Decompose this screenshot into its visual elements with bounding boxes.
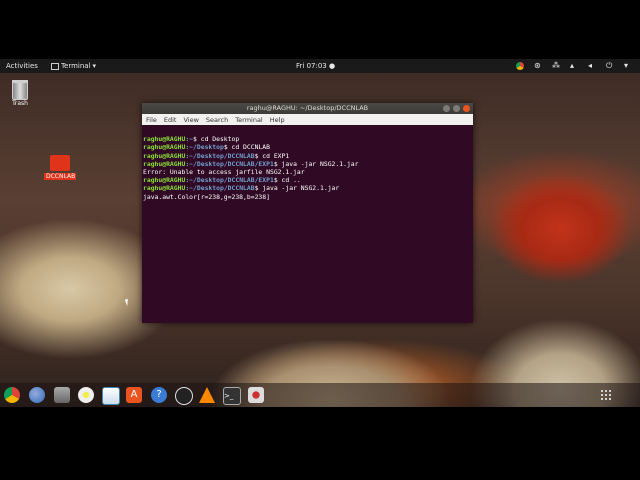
- folder-label: DCCNLAB: [44, 173, 76, 180]
- terminal-line: raghu@RAGHU:~/Desktop$ cd DCCNLAB: [143, 143, 270, 152]
- trash-label: Trash: [12, 100, 28, 107]
- terminal-line: raghu@RAGHU:~$ cd Desktop: [143, 135, 240, 144]
- trash-icon: [12, 80, 28, 100]
- menu-view[interactable]: View: [183, 116, 198, 124]
- terminal-line: raghu@RAGHU:~/Desktop/DCCNLAB/EXP1$ java…: [143, 159, 359, 168]
- terminal-line: java.awt.Color[r=238,g=238,b=238]: [143, 192, 270, 201]
- terminal-line: Error: Unable to access jarfile NSG2.1.j…: [143, 168, 305, 177]
- files-icon[interactable]: [54, 387, 70, 403]
- trash-desktop-icon[interactable]: Trash: [8, 80, 32, 107]
- steering-icon[interactable]: ⊛: [534, 62, 542, 70]
- show-apps-icon[interactable]: [600, 389, 612, 401]
- power-icon[interactable]: ⏻: [606, 62, 614, 70]
- folder-icon: [50, 155, 70, 171]
- menu-help[interactable]: Help: [270, 116, 285, 124]
- menu-file[interactable]: File: [146, 116, 157, 124]
- thunderbird-icon[interactable]: [29, 387, 45, 403]
- settings-icon[interactable]: [248, 387, 264, 403]
- dock: A ? >_: [0, 383, 640, 407]
- terminal-output[interactable]: raghu@RAGHU:~$ cd Desktop raghu@RAGHU:~/D…: [142, 125, 473, 203]
- app-menu-label: Terminal: [60, 62, 91, 70]
- terminal-icon[interactable]: >_: [223, 387, 241, 405]
- network-icon[interactable]: ⁂: [552, 62, 560, 70]
- software-center-icon[interactable]: A: [126, 387, 142, 403]
- chrome-tray-icon[interactable]: [516, 62, 524, 70]
- terminal-titlebar[interactable]: raghu@RAGHU: ~/Desktop/DCCNLAB: [142, 103, 473, 114]
- dccnlab-folder[interactable]: DCCNLAB: [44, 155, 76, 180]
- terminal-line: raghu@RAGHU:~/Desktop/DCCNLAB/EXP1$ cd .…: [143, 176, 301, 185]
- help-icon[interactable]: ?: [151, 387, 167, 403]
- window-title: raghu@RAGHU: ~/Desktop/DCCNLAB: [246, 104, 369, 112]
- menu-search[interactable]: Search: [206, 116, 228, 124]
- system-tray: ⊛ ⁂ ▴ ◂ ⏻ ▾: [516, 60, 632, 72]
- terminal-menubar: File Edit View Search Terminal Help: [142, 114, 473, 125]
- activities-button[interactable]: Activities: [6, 62, 38, 70]
- terminal-window[interactable]: raghu@RAGHU: ~/Desktop/DCCNLAB File Edit…: [142, 103, 473, 323]
- rhythmbox-icon[interactable]: [78, 387, 94, 403]
- chevron-down-icon: ▾: [92, 62, 97, 70]
- chrome-icon[interactable]: [4, 387, 20, 403]
- terminal-line: raghu@RAGHU:~/Desktop/DCCNLAB$ java -jar…: [143, 184, 340, 193]
- chevron-down-icon[interactable]: ▾: [624, 62, 632, 70]
- menu-edit[interactable]: Edit: [164, 116, 177, 124]
- top-bar: Activities Terminal ▾ Fri 07:03 ● ⊛ ⁂ ▴ …: [0, 59, 640, 73]
- terminal-small-icon: [50, 62, 59, 70]
- terminal-line: raghu@RAGHU:~/Desktop/DCCNLAB$ cd EXP1: [143, 151, 290, 160]
- libreoffice-icon[interactable]: [102, 387, 120, 405]
- close-icon[interactable]: [463, 105, 470, 112]
- clock[interactable]: Fri 07:03 ●: [296, 62, 335, 70]
- wifi-icon[interactable]: ▴: [570, 62, 578, 70]
- app-menu[interactable]: Terminal ▾: [50, 62, 97, 70]
- obs-icon[interactable]: [175, 387, 193, 405]
- volume-icon[interactable]: ◂: [588, 62, 596, 70]
- maximize-icon[interactable]: [453, 105, 460, 112]
- minimize-icon[interactable]: [443, 105, 450, 112]
- menu-terminal[interactable]: Terminal: [235, 116, 262, 124]
- vlc-icon[interactable]: [199, 387, 215, 403]
